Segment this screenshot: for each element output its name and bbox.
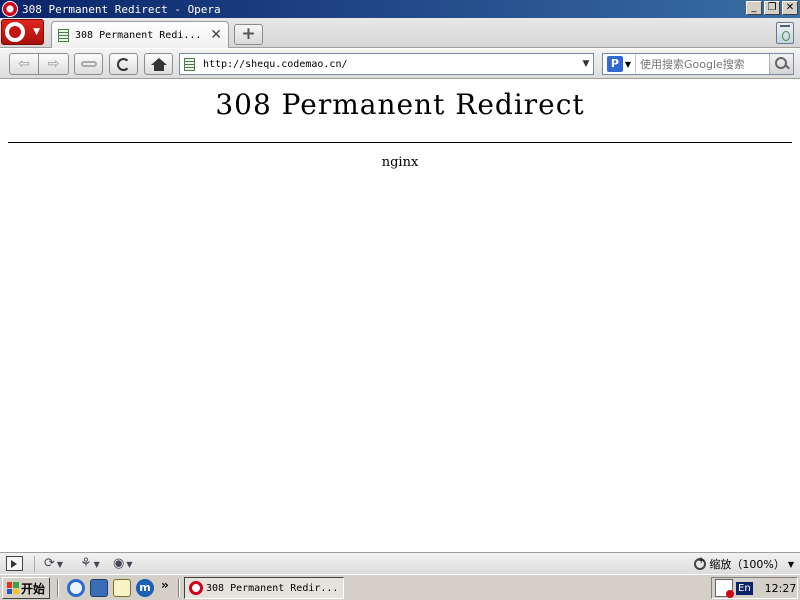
quick-launch-more-icon[interactable]: » — [161, 578, 169, 592]
language-indicator[interactable]: En — [736, 581, 753, 595]
title-bar: 308 Permanent Redirect - Opera _ ❐ ✕ — [0, 0, 800, 18]
panel-toggle-icon[interactable] — [6, 556, 23, 571]
arrow-right-icon: ⇨ — [47, 56, 60, 72]
tab-title: 308 Permanent Redi... — [75, 29, 202, 41]
close-window-button[interactable]: ✕ — [782, 1, 798, 15]
editor-icon[interactable] — [113, 579, 131, 597]
key-icon — [80, 61, 97, 67]
window-controls: _ ❐ ✕ — [746, 1, 798, 15]
windows-logo-icon — [6, 582, 19, 594]
separator — [178, 579, 180, 597]
system-tray: En 12:27 — [711, 577, 798, 599]
reload-button[interactable] — [109, 53, 138, 75]
home-icon — [150, 57, 167, 71]
search-input[interactable] — [636, 57, 769, 71]
back-button[interactable]: ⇦ — [9, 53, 39, 75]
internet-explorer-icon[interactable] — [67, 579, 85, 597]
tab-bar: ▼ 308 Permanent Redi... ✕ + — [0, 18, 800, 48]
window-title: 308 Permanent Redirect - Opera — [22, 2, 221, 16]
search-box[interactable]: P ▼ — [602, 53, 794, 75]
divider — [8, 142, 792, 143]
ime-icon[interactable] — [715, 579, 734, 598]
server-signature: nginx — [381, 155, 419, 170]
restore-button[interactable]: ❐ — [764, 1, 780, 15]
sync-icon[interactable]: ⟳ ▼ — [44, 556, 63, 571]
zoom-label: 缩放（100%） — [709, 558, 785, 571]
turbo-icon[interactable]: ◉ ▼ — [113, 556, 133, 571]
clock[interactable]: 12:27 — [765, 582, 797, 595]
forward-button[interactable]: ⇨ — [39, 53, 69, 75]
unite-icon[interactable]: ⚘ ▼ — [80, 556, 100, 571]
search-go-icon[interactable] — [769, 54, 793, 74]
wand-key-button[interactable] — [74, 53, 103, 75]
page-heading: 308 Permanent Redirect — [215, 88, 585, 121]
opera-logo-icon — [5, 22, 25, 42]
search-engine-icon: P — [606, 56, 623, 72]
navigation-bar: ⇦ ⇨ ▼ P ▼ — [0, 49, 800, 79]
separator — [34, 556, 35, 572]
page-icon — [184, 57, 195, 71]
reload-icon — [117, 57, 130, 71]
address-input[interactable] — [203, 58, 579, 70]
chevron-down-icon: ▼ — [624, 59, 632, 69]
taskbar-opera-window[interactable]: 308 Permanent Redir... — [184, 577, 344, 599]
opera-app-icon[interactable] — [2, 1, 18, 17]
opera-menu-button[interactable]: ▼ — [1, 19, 44, 45]
maxthon-icon[interactable]: m — [136, 579, 154, 597]
minimize-button[interactable]: _ — [746, 1, 762, 15]
status-bar: ⟳▼ ⚘▼ ◉▼ 缩放（100%） ▼ — [0, 552, 800, 574]
home-button[interactable] — [144, 53, 173, 75]
windows-taskbar: 开始 m » 308 Permanent Redir... En 12:27 — [0, 574, 800, 600]
trash-icon[interactable] — [776, 22, 794, 44]
tab-active[interactable]: 308 Permanent Redi... ✕ — [51, 21, 229, 48]
chevron-down-icon: ▼ — [787, 559, 794, 569]
new-tab-button[interactable]: + — [234, 24, 263, 45]
start-label: 开始 — [20, 581, 45, 596]
zoom-icon — [694, 556, 707, 570]
chevron-down-icon: ▼ — [33, 27, 40, 37]
opera-logo-icon — [189, 581, 203, 595]
arrow-left-icon: ⇦ — [18, 56, 30, 72]
address-bar[interactable]: ▼ — [179, 53, 594, 75]
page-content: 308 Permanent Redirect nginx — [0, 80, 800, 552]
show-desktop-icon[interactable] — [90, 579, 108, 597]
start-button[interactable]: 开始 — [2, 577, 50, 599]
taskbar-window-label: 308 Permanent Redir... — [206, 582, 339, 594]
address-dropdown-icon[interactable]: ▼ — [579, 59, 593, 69]
zoom-control[interactable]: 缩放（100%） ▼ — [694, 556, 794, 572]
separator — [57, 579, 59, 597]
page-icon — [58, 28, 69, 42]
search-engine-selector[interactable]: P ▼ — [603, 54, 636, 74]
close-tab-icon[interactable]: ✕ — [210, 27, 222, 43]
